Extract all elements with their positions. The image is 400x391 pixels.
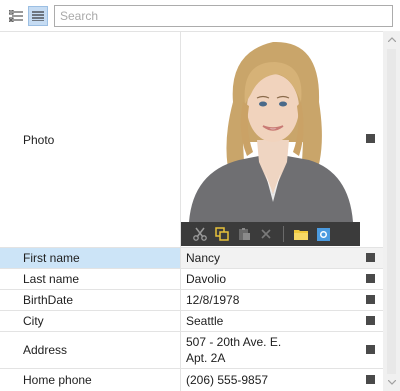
property-row-birthdate[interactable]: BirthDate 12/8/1978 xyxy=(0,289,383,310)
delete-icon xyxy=(261,229,271,239)
copy-icon xyxy=(215,227,229,241)
photo-toolbar xyxy=(181,222,360,246)
categorized-view-button[interactable] xyxy=(6,6,26,26)
property-value[interactable]: Seattle xyxy=(181,311,383,331)
property-row-city[interactable]: City Seattle xyxy=(0,310,383,331)
scroll-up-button[interactable] xyxy=(383,31,400,48)
property-label: BirthDate xyxy=(0,290,181,310)
property-value[interactable]: Nancy xyxy=(181,248,383,268)
property-row-photo[interactable]: Photo xyxy=(0,31,383,247)
property-marker[interactable] xyxy=(366,316,375,325)
property-marker[interactable] xyxy=(366,274,375,283)
alphabetical-view-icon xyxy=(32,11,44,21)
property-marker[interactable] xyxy=(366,375,375,384)
scroll-down-button[interactable] xyxy=(383,374,400,391)
open-folder-icon xyxy=(294,230,308,240)
alphabetical-view-button[interactable] xyxy=(28,6,48,26)
employee-photo xyxy=(181,32,360,222)
delete-button[interactable] xyxy=(257,225,275,243)
property-row-first-name[interactable]: First name Nancy xyxy=(0,247,383,268)
cut-icon xyxy=(193,227,207,241)
open-folder-button[interactable] xyxy=(292,225,310,243)
property-value[interactable]: Davolio xyxy=(181,269,383,289)
property-value[interactable]: (206) 555-9857 xyxy=(181,369,383,391)
address-line-2: Apt. 2A xyxy=(186,351,226,365)
property-row-last-name[interactable]: Last name Davolio xyxy=(0,268,383,289)
toolbar-separator xyxy=(283,226,284,242)
search-input[interactable] xyxy=(54,5,393,27)
cut-button[interactable] xyxy=(191,225,209,243)
property-label: Last name xyxy=(0,269,181,289)
property-label: City xyxy=(0,311,181,331)
vertical-scrollbar[interactable] xyxy=(383,31,400,391)
property-marker[interactable] xyxy=(366,295,375,304)
paste-icon xyxy=(239,228,250,240)
property-row-home-phone[interactable]: Home phone (206) 555-9857 xyxy=(0,368,383,391)
paste-button[interactable] xyxy=(235,225,253,243)
property-row-address[interactable]: Address 507 - 20th Ave. E. Apt. 2A xyxy=(0,331,383,368)
property-marker[interactable] xyxy=(366,253,375,262)
load-image-icon xyxy=(316,227,330,241)
property-label: Photo xyxy=(0,32,181,247)
property-value[interactable]: 507 - 20th Ave. E. Apt. 2A xyxy=(181,332,383,368)
chevron-up-icon xyxy=(387,37,396,42)
property-grid: Photo First name Nancy Last name Davolio… xyxy=(0,31,383,391)
scrollbar-thumb[interactable] xyxy=(387,49,396,374)
address-line-1: 507 - 20th Ave. E. xyxy=(186,335,282,349)
property-label: First name xyxy=(0,248,181,268)
property-value[interactable]: 12/8/1978 xyxy=(181,290,383,310)
property-marker[interactable] xyxy=(366,134,375,143)
load-image-button[interactable] xyxy=(314,225,332,243)
property-label: Address xyxy=(0,332,181,368)
property-label: Home phone xyxy=(0,369,181,391)
photo-editor[interactable] xyxy=(181,32,383,247)
property-grid-toolbar xyxy=(0,0,400,31)
chevron-down-icon xyxy=(387,380,396,385)
property-marker[interactable] xyxy=(366,345,375,354)
copy-button[interactable] xyxy=(213,225,231,243)
categorized-view-icon xyxy=(9,10,23,22)
